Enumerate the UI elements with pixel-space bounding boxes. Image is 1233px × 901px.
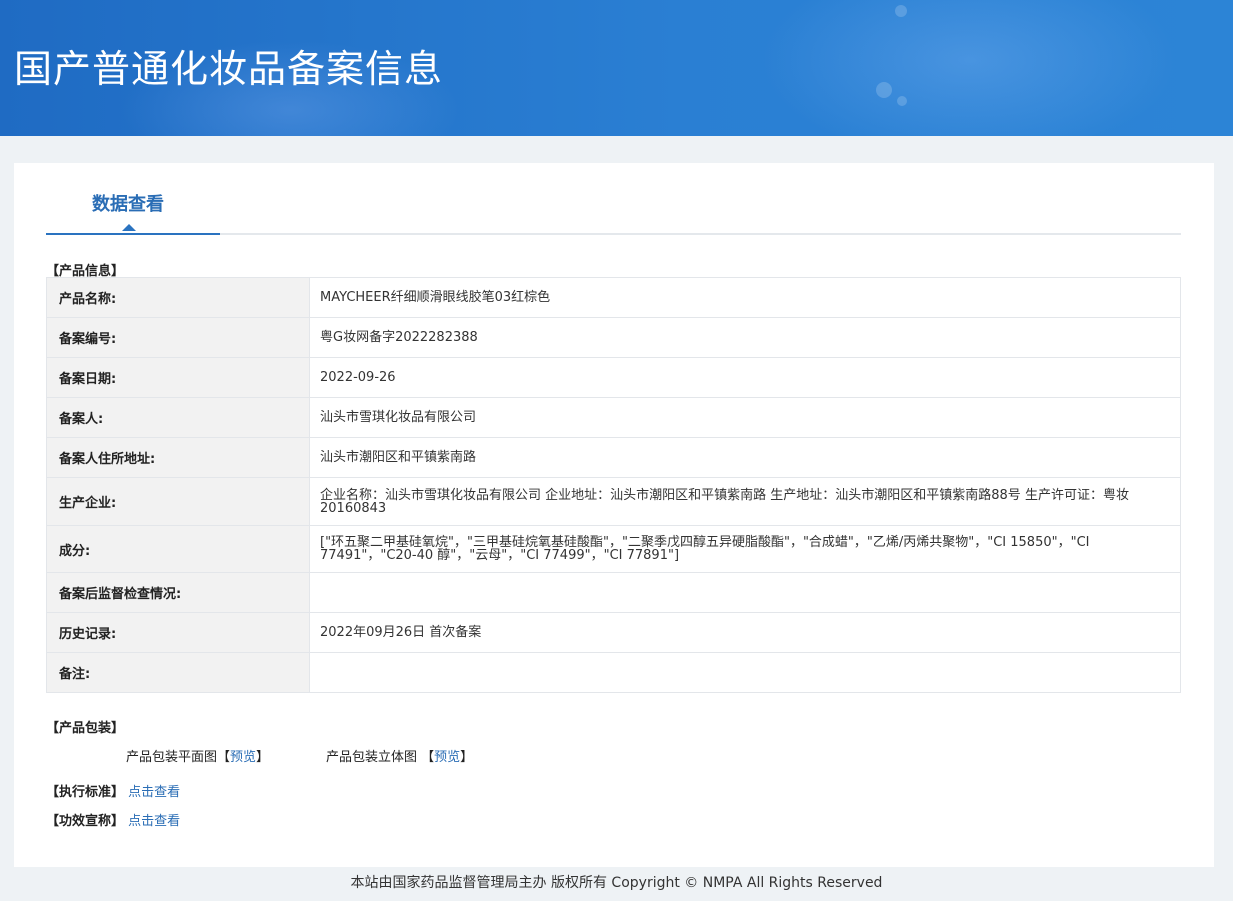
packaging-flat-label: 产品包装平面图【: [126, 750, 231, 765]
row-value: 汕头市潮阳区和平镇紫南路: [309, 437, 1181, 478]
row-label: 历史记录:: [46, 612, 310, 653]
row-label: 备案编号:: [46, 317, 310, 358]
table-row: 备案后监督检查情况:: [46, 572, 1181, 613]
banner-decoration: [760, 0, 1180, 136]
standard-heading: 【执行标准】: [46, 785, 125, 800]
packaging-flat: 产品包装平面图【预览】: [126, 746, 269, 765]
banner-decoration: [876, 82, 892, 98]
banner-decoration: [897, 96, 907, 106]
row-value: ["环五聚二甲基硅氧烷"，"三甲基硅烷氧基硅酸酯"，"二聚季戊四醇五异硬脂酸酯"…: [309, 525, 1181, 573]
table-row: 成分: ["环五聚二甲基硅氧烷"，"三甲基硅烷氧基硅酸酯"，"二聚季戊四醇五异硬…: [46, 525, 1181, 573]
banner-decoration: [895, 5, 907, 17]
efficacy-view-link[interactable]: 点击查看: [128, 814, 180, 829]
row-label: 成分:: [46, 525, 310, 573]
row-value: 2022年09月26日 首次备案: [309, 612, 1181, 653]
footer-copyright: 本站由国家药品监督管理局主办 版权所有 Copyright © NMPA All…: [350, 875, 883, 891]
product-info-table: 产品名称: MAYCHEER纤细顺滑眼线胶笔03红棕色 备案编号: 粤G妆网备字…: [46, 277, 1181, 693]
row-label: 备案人住所地址:: [46, 437, 310, 478]
caret-up-icon: [122, 224, 136, 231]
table-row: 生产企业: 企业名称：汕头市雪琪化妆品有限公司 企业地址：汕头市潮阳区和平镇紫南…: [46, 477, 1181, 526]
table-row: 历史记录: 2022年09月26日 首次备案: [46, 612, 1181, 653]
packaging-heading: 【产品包装】: [46, 721, 125, 736]
table-row: 产品名称: MAYCHEER纤细顺滑眼线胶笔03红棕色: [46, 277, 1181, 318]
packaging-stereo-label: 产品包装立体图 【: [326, 750, 435, 765]
table-row: 备案日期: 2022-09-26: [46, 357, 1181, 398]
efficacy-row: 【功效宣称】 点击查看: [46, 810, 180, 829]
tab-bar: 数据查看: [46, 163, 1181, 235]
header-banner: 国产普通化妆品备案信息: [0, 0, 1233, 136]
table-row: 备案人住所地址: 汕头市潮阳区和平镇紫南路: [46, 437, 1181, 478]
row-label: 备案日期:: [46, 357, 310, 398]
standard-row: 【执行标准】 点击查看: [46, 781, 180, 800]
table-row: 备注:: [46, 652, 1181, 693]
bracket: 】: [256, 750, 270, 765]
row-label: 备案人:: [46, 397, 310, 438]
row-value: [309, 652, 1181, 693]
row-value: 2022-09-26: [309, 357, 1181, 398]
row-value: 企业名称：汕头市雪琪化妆品有限公司 企业地址：汕头市潮阳区和平镇紫南路 生产地址…: [309, 477, 1181, 526]
row-value: [309, 572, 1181, 613]
row-label: 产品名称:: [46, 277, 310, 318]
table-row: 备案人: 汕头市雪琪化妆品有限公司: [46, 397, 1181, 438]
tab-label: 数据查看: [92, 194, 164, 215]
table-row: 备案编号: 粤G妆网备字2022282388: [46, 317, 1181, 358]
tab-data-view[interactable]: 数据查看: [46, 163, 220, 235]
content-card: 数据查看 【产品信息】 产品名称: MAYCHEER纤细顺滑眼线胶笔03红棕色 …: [14, 163, 1214, 867]
efficacy-heading: 【功效宣称】: [46, 814, 125, 829]
row-label: 备注:: [46, 652, 310, 693]
packaging-stereo-preview-link[interactable]: 预览: [434, 750, 460, 765]
packaging-flat-preview-link[interactable]: 预览: [230, 750, 256, 765]
row-value: 汕头市雪琪化妆品有限公司: [309, 397, 1181, 438]
row-value: MAYCHEER纤细顺滑眼线胶笔03红棕色: [309, 277, 1181, 318]
packaging-stereo: 产品包装立体图 【预览】: [326, 746, 473, 765]
standard-view-link[interactable]: 点击查看: [128, 785, 180, 800]
row-label: 备案后监督检查情况:: [46, 572, 310, 613]
bracket: 】: [460, 750, 474, 765]
row-label: 生产企业:: [46, 477, 310, 526]
row-value: 粤G妆网备字2022282388: [309, 317, 1181, 358]
page-title: 国产普通化妆品备案信息: [14, 47, 444, 91]
